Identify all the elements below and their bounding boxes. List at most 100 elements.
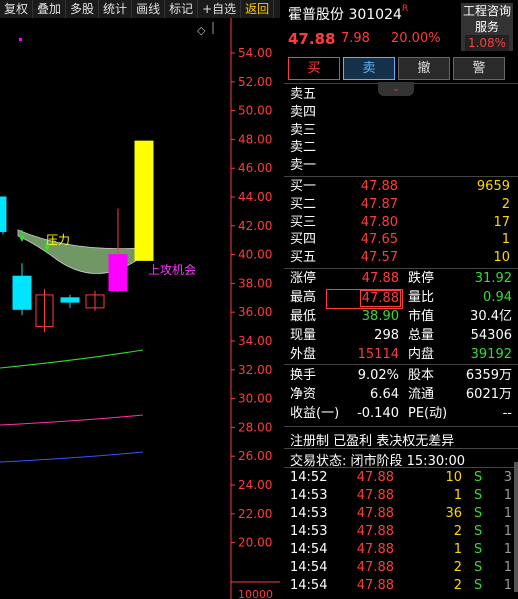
order-price: 47.57 <box>360 250 398 266</box>
sell-order-row[interactable]: 卖二 <box>290 139 510 156</box>
trade-buttons: 买 卖 撤 警 <box>288 57 505 80</box>
price-change-pct: 20.00% <box>391 31 441 46</box>
kline-chart[interactable]: ◇ 54.00 52.00 50.00 48.00 46.00 44.00 42.00 40.… <box>0 18 280 599</box>
price-axis-label: 38.00 <box>238 276 272 290</box>
tick-price: 47.88 <box>356 560 394 575</box>
order-level-label: 买三 <box>290 214 317 230</box>
concept-badge[interactable]: 工程咨询 服务 1.08% <box>461 3 513 51</box>
tick-time: 14:54 <box>290 560 328 575</box>
quote-row: 涨停 47.88 跌停 31.92 <box>290 270 512 288</box>
tick-row: 14:54 47.88 2 S 1 <box>290 577 514 595</box>
multi-stock-button[interactable]: 多股 <box>66 0 100 18</box>
divider <box>284 176 518 177</box>
tick-side: S <box>474 560 483 575</box>
buy-order-row[interactable]: 买五 47.57 10 <box>290 249 510 266</box>
sell-order-row[interactable]: 卖五 <box>290 86 510 103</box>
tick-row: 14:54 47.88 2 S 1 <box>290 559 514 577</box>
stock-code: 301024 <box>348 7 402 23</box>
price-axis-label: 52.00 <box>238 75 272 89</box>
price-axis-label: 34.00 <box>238 334 272 348</box>
quote-label: 换手 <box>290 368 317 383</box>
quote-value-text: 15114 <box>357 347 399 362</box>
quote-row: 净资 6.64 流通 6021万 <box>290 386 512 404</box>
tick-count: 1 <box>503 542 512 557</box>
sell-button[interactable]: 卖 <box>343 57 395 80</box>
tick-count: 1 <box>503 524 512 539</box>
tick-time: 14:53 <box>290 488 328 503</box>
fuquan-button[interactable]: 复权 <box>0 0 34 18</box>
buy-order-row[interactable]: 买二 47.87 2 <box>290 196 510 213</box>
price-axis-label: 48.00 <box>238 132 272 146</box>
concept-pct: 1.08% <box>465 35 509 51</box>
tick-side: S <box>474 578 483 593</box>
last-price: 47.88 <box>288 30 336 48</box>
quote-value: 39192 <box>470 347 512 362</box>
buy-button[interactable]: 买 <box>288 57 340 80</box>
order-volume: 2 <box>501 196 510 212</box>
quote-value-text: 47.88 <box>361 271 399 286</box>
sell-order-row[interactable]: 卖三 <box>290 122 510 139</box>
tick-count: 1 <box>503 578 512 593</box>
order-volume: 1 <box>501 232 510 248</box>
toolbar: 复权 叠加 多股 统计 画线 标记 +自选 返回 <box>0 0 280 18</box>
quote-row: 最低 38.90 市值 30.4亿 <box>290 308 512 326</box>
tick-row: 14:54 47.88 1 S 1 <box>290 541 514 559</box>
tick-side: S <box>474 542 483 557</box>
tick-count: 1 <box>503 488 512 503</box>
tick-row: 14:52 47.88 10 S 3 <box>290 469 514 487</box>
quote-label: 现量 <box>290 328 317 343</box>
quote-value-text: 298 <box>374 328 399 343</box>
quote-value: 38.90 <box>326 308 399 326</box>
tick-price: 47.88 <box>356 488 394 503</box>
order-price: 47.80 <box>360 214 398 230</box>
concept-name-line1: 工程咨询 <box>462 4 511 18</box>
stock-tags: 注册制 已盈利 表决权无差异 <box>290 434 455 449</box>
tick-price: 47.88 <box>356 542 394 557</box>
scrollbar[interactable] <box>514 462 518 592</box>
diamond-icon[interactable]: ◇ <box>197 24 206 37</box>
quote-value-text: 38.90 <box>361 309 399 324</box>
buy-order-row[interactable]: 买三 47.80 17 <box>290 214 510 231</box>
sell-order-row[interactable]: 卖一 <box>290 157 510 174</box>
overlay-button[interactable]: 叠加 <box>33 0 67 18</box>
price-axis-label: 40.00 <box>238 248 272 262</box>
quote-row: 外盘 15114 内盘 39192 <box>290 346 512 364</box>
quote-value: 6021万 <box>465 387 512 402</box>
order-price: 47.87 <box>360 196 398 212</box>
quote-value: -- <box>502 406 512 421</box>
price-axis-label: 32.00 <box>238 363 272 377</box>
candle-body <box>108 254 128 292</box>
order-level-label: 卖一 <box>290 158 317 174</box>
cancel-order-button[interactable]: 撤 <box>398 57 450 80</box>
price-axis-label: 20.00 <box>238 536 272 550</box>
draw-line-button[interactable]: 画线 <box>132 0 166 18</box>
buy-order-row[interactable]: 买一 47.88 9659 <box>290 178 510 195</box>
ma-line-blue <box>0 451 144 463</box>
tick-time: 14:52 <box>290 470 328 485</box>
r-mark: R <box>401 4 409 14</box>
tick-price: 47.88 <box>356 578 394 593</box>
quote-value: 9.02% <box>326 367 399 385</box>
divider <box>284 467 518 468</box>
candle-body <box>60 297 80 303</box>
price-axis-label: 44.00 <box>238 190 272 204</box>
pressure-label: 压力 <box>46 233 70 247</box>
tick-volume: 2 <box>453 524 462 539</box>
tick-volume: 1 <box>453 488 462 503</box>
order-level-label: 买四 <box>290 232 317 248</box>
sell-order-row[interactable]: 卖四 <box>290 104 510 121</box>
back-button[interactable]: 返回 <box>241 0 275 18</box>
buy-order-row[interactable]: 买四 47.65 1 <box>290 231 510 248</box>
order-level-label: 买二 <box>290 196 317 212</box>
add-watchlist-button[interactable]: +自选 <box>198 0 242 18</box>
mark-button[interactable]: 标记 <box>165 0 199 18</box>
quote-label: 市值 <box>408 309 435 324</box>
tick-time: 14:54 <box>290 578 328 593</box>
alert-button[interactable]: 警 <box>453 57 505 80</box>
price-axis-label: 46.00 <box>238 161 272 175</box>
statistics-button[interactable]: 统计 <box>99 0 133 18</box>
quote-value: 6359万 <box>465 368 512 383</box>
tick-side: S <box>474 488 483 503</box>
tick-volume: 36 <box>445 506 462 521</box>
tick-row: 14:53 47.88 36 S 1 <box>290 505 514 523</box>
